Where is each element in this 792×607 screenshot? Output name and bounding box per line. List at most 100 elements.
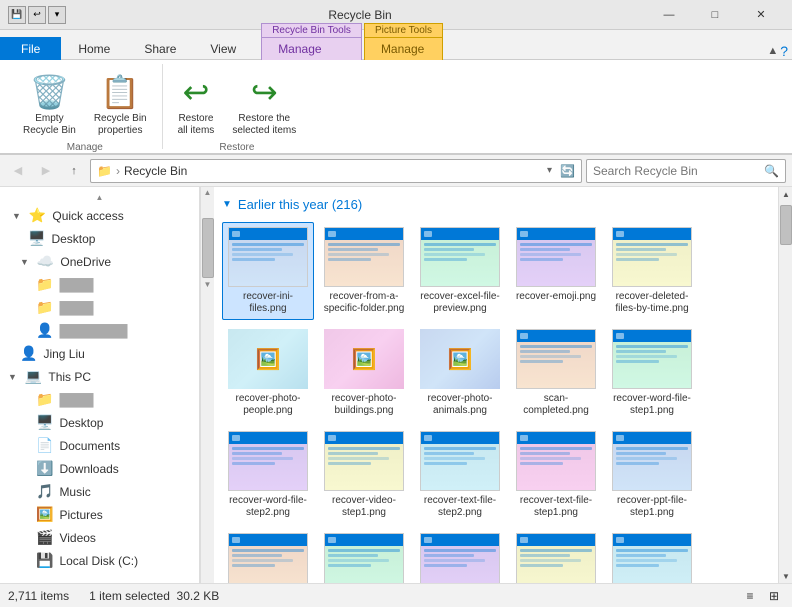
file-label: scan-completed.png (515, 393, 597, 417)
file-thumbnail (228, 431, 308, 491)
restore-selected-button[interactable]: ↪ Restore theselected items (225, 68, 303, 142)
forward-button[interactable]: ▶ (34, 159, 58, 183)
sidebar-item-downloads[interactable]: ⬇️ Downloads (0, 457, 199, 480)
restore-all-button[interactable]: ↩ Restoreall items (171, 68, 222, 142)
tab-file[interactable]: File (0, 37, 61, 60)
sidebar-scroll-thumb[interactable] (202, 218, 214, 278)
search-icon: 🔍 (764, 164, 779, 178)
content-scrollbar[interactable]: ▲ ▼ (778, 187, 792, 583)
sidebar-item-this-pc[interactable]: ▼ 💻 This PC (0, 365, 199, 388)
file-item[interactable]: recover-emoji.png (510, 222, 602, 320)
file-grid: recover-ini-files.png recover-from-a-spe… (222, 222, 770, 583)
section-header: ▼ Earlier this year (216) (222, 195, 770, 214)
back-button[interactable]: ◀ (6, 159, 30, 183)
scroll-up-arrow[interactable]: ▲ (779, 187, 792, 201)
sidebar-item-desktop[interactable]: 🖥️ Desktop (0, 227, 199, 250)
ribbon-group-manage: 🗑️ EmptyRecycle Bin 📋 Recycle Binpropert… (8, 64, 163, 149)
maximize-button[interactable]: □ (692, 0, 738, 30)
od-sub3-label: ████████ (59, 324, 127, 338)
file-item[interactable]: recover-pdf-file-step2.png (510, 528, 602, 583)
sidebar-item-od-sub2[interactable]: 📁 ████ (0, 296, 199, 319)
file-item[interactable]: scan-completed.png (510, 324, 602, 422)
file-item[interactable]: recover-ini-files.png (222, 222, 314, 320)
sidebar-item-videos[interactable]: 🎬 Videos (0, 526, 199, 549)
file-label: recover-photo-animals.png (419, 393, 501, 417)
file-item[interactable]: 🖼️ recover-photo-people.png (222, 324, 314, 422)
sidebar-scroll-up[interactable]: ▲ (0, 191, 199, 204)
quick-access-label: Quick access (52, 209, 123, 223)
sidebar-item-music[interactable]: 🎵 Music (0, 480, 199, 503)
file-item[interactable]: recover-text-file-step2.png (414, 426, 506, 524)
scroll-down-arrow[interactable]: ▼ (779, 569, 792, 583)
sidebar-item-local-disk[interactable]: 💾 Local Disk (C:) (0, 549, 199, 572)
content-scroll[interactable]: ▼ Earlier this year (216) recover-ini-fi… (214, 187, 778, 583)
sidebar-item-documents[interactable]: 📄 Documents (0, 434, 199, 457)
file-item[interactable]: recover-ppt-file-step2.png (222, 528, 314, 583)
sidebar-scrollbar[interactable]: ▲ ▼ (200, 187, 214, 583)
address-dropdown-arrow[interactable]: ▾ (547, 165, 552, 176)
quick-access-undo[interactable]: ↩ (28, 6, 46, 24)
file-label: recover-emoji.png (516, 291, 596, 303)
sidebar-scroll-down-arrow[interactable]: ▼ (201, 279, 214, 290)
quick-access-dropdown[interactable]: ▾ (48, 6, 66, 24)
help-button[interactable]: ? (780, 43, 788, 59)
file-thumbnail (420, 533, 500, 583)
file-item[interactable]: recover-word-file-step2.png (222, 426, 314, 524)
search-bar[interactable]: 🔍 (586, 159, 786, 183)
sidebar-item-od-sub3[interactable]: 👤 ████████ (0, 319, 199, 342)
address-refresh-button[interactable]: 🔄 (560, 164, 575, 178)
status-view-controls: ≡ ⊞ (740, 587, 784, 605)
sidebar-item-pictures[interactable]: 🖼️ Pictures (0, 503, 199, 526)
scroll-thumb[interactable] (780, 205, 792, 245)
file-label: recover-word-file-step2.png (227, 495, 309, 519)
sidebar-item-tpc-sub1[interactable]: 📁 ████ (0, 388, 199, 411)
tab-picture-tools-manage[interactable]: Manage (364, 37, 443, 60)
od-sub2-label: ████ (59, 301, 93, 315)
view-details-button[interactable]: ≡ (740, 587, 760, 605)
jing-liu-icon: 👤 (20, 345, 37, 362)
file-item[interactable]: recover-photo-step1.png (414, 528, 506, 583)
sidebar-item-desktop2[interactable]: 🖥️ Desktop (0, 411, 199, 434)
scroll-track[interactable] (779, 201, 792, 569)
recycle-properties-button[interactable]: 📋 Recycle Binproperties (87, 68, 154, 142)
quick-access-save[interactable]: 💾 (8, 6, 26, 24)
file-item[interactable]: recover-pdf-file-step1.png (606, 528, 698, 583)
up-button[interactable]: ↑ (62, 159, 86, 183)
sidebar-item-od-sub1[interactable]: 📁 ████ (0, 273, 199, 296)
tab-share[interactable]: Share (127, 37, 193, 60)
file-item[interactable]: recover-video-step1.png (318, 426, 410, 524)
file-item[interactable]: 🖼️ recover-photo-buildings.png (318, 324, 410, 422)
file-item[interactable]: recover-excel-file-preview.png (414, 222, 506, 320)
close-button[interactable]: ✕ (738, 0, 784, 30)
search-input[interactable] (593, 164, 760, 178)
content-area: ▼ Earlier this year (216) recover-ini-fi… (214, 187, 792, 583)
sidebar-item-onedrive[interactable]: ▼ ☁️ OneDrive (0, 250, 199, 273)
file-item[interactable]: recover-text-file-step1.png (510, 426, 602, 524)
tab-recycle-tools-manage[interactable]: Manage (261, 37, 362, 60)
desktop2-label: Desktop (59, 416, 103, 430)
view-tiles-button[interactable]: ⊞ (764, 587, 784, 605)
minimize-button[interactable]: — (646, 0, 692, 30)
restore-group-label: Restore (219, 142, 254, 155)
section-chevron-icon[interactable]: ▼ (222, 199, 232, 210)
file-thumbnail (516, 329, 596, 389)
downloads-icon: ⬇️ (36, 460, 53, 477)
ribbon-collapse-btn[interactable]: ▲ (767, 45, 778, 57)
tab-home[interactable]: Home (61, 37, 127, 60)
local-disk-label: Local Disk (C:) (59, 554, 138, 568)
file-item[interactable]: recover-word-file-step1.png (606, 324, 698, 422)
sidebar-scroll-up-arrow[interactable]: ▲ (201, 187, 214, 198)
file-item[interactable]: 🖼️ recover-photo-animals.png (414, 324, 506, 422)
tab-view[interactable]: View (193, 37, 253, 60)
sidebar-item-quick-access[interactable]: ▼ ⭐ Quick access (0, 204, 199, 227)
file-item[interactable]: recover-data-step3-Copy.png (318, 528, 410, 583)
tpc-sub1-icon: 📁 (36, 391, 53, 408)
onedrive-icon: ☁️ (37, 253, 54, 270)
file-item[interactable]: recover-deleted-files-by-time.png (606, 222, 698, 320)
breadcrumb-icon: 📁 (97, 164, 112, 178)
file-item[interactable]: recover-ppt-file-step1.png (606, 426, 698, 524)
address-bar[interactable]: 📁 › Recycle Bin ▾ 🔄 (90, 159, 582, 183)
empty-recycle-bin-button[interactable]: 🗑️ EmptyRecycle Bin (16, 68, 83, 142)
sidebar-item-jing-liu[interactable]: 👤 Jing Liu (0, 342, 199, 365)
file-item[interactable]: recover-from-a-specific-folder.png (318, 222, 410, 320)
